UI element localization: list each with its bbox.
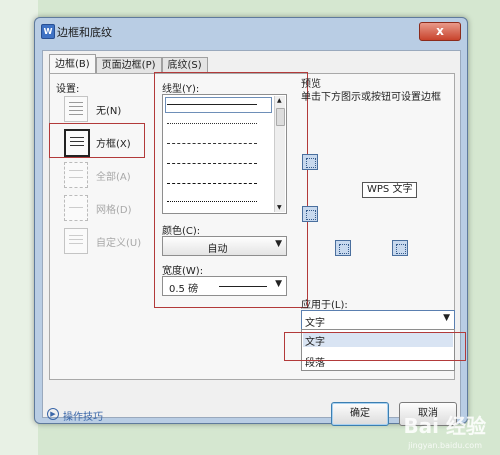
grid-border-icon bbox=[64, 195, 88, 221]
right-border-button[interactable] bbox=[392, 240, 408, 256]
color-value: 自动 bbox=[207, 244, 228, 255]
width-select[interactable]: 0.5 磅 ▼ bbox=[162, 276, 287, 296]
line-style-label: 线型(Y): bbox=[162, 84, 200, 95]
highlight-box-setting bbox=[49, 123, 145, 158]
chevron-down-icon: ▼ bbox=[275, 239, 282, 249]
play-circle-icon: ▶ bbox=[47, 408, 59, 420]
tab-bar: 边框(B) 页面边框(P) 底纹(S) bbox=[49, 54, 208, 74]
left-border-button[interactable] bbox=[335, 240, 351, 256]
line-dash-dot[interactable] bbox=[167, 201, 257, 202]
apply-to-select[interactable]: 文字 ▼ bbox=[301, 310, 455, 330]
line-dashed-short[interactable] bbox=[167, 143, 257, 144]
top-border-button[interactable] bbox=[302, 154, 318, 170]
title-bar: W 边框和底纹 x bbox=[35, 18, 467, 44]
apply-to-value: 文字 bbox=[305, 318, 325, 329]
scroll-up-icon[interactable]: ▲ bbox=[277, 97, 282, 104]
width-line-sample bbox=[219, 286, 267, 287]
line-dashed[interactable] bbox=[167, 163, 257, 164]
setting-all-label: 全部(A) bbox=[96, 172, 131, 183]
dialog-body: 边框(B) 页面边框(P) 底纹(S) 设置: 无(N) 方框(X) 全部(A)… bbox=[42, 50, 466, 426]
preview-sample[interactable]: WPS 文字 bbox=[362, 182, 418, 198]
line-dotted[interactable] bbox=[167, 123, 257, 124]
preview-hint: 单击下方图示或按钮可设置边框 bbox=[301, 92, 441, 103]
line-solid[interactable] bbox=[167, 104, 257, 105]
line-style-selected bbox=[165, 97, 272, 113]
close-icon: x bbox=[436, 24, 444, 38]
width-label: 宽度(W): bbox=[162, 266, 204, 277]
tab-borders[interactable]: 边框(B) bbox=[49, 54, 96, 74]
tips-link[interactable]: ▶ 操作技巧 bbox=[47, 408, 103, 423]
setting-none-label: 无(N) bbox=[96, 106, 122, 117]
bottom-border-button[interactable] bbox=[302, 206, 318, 222]
baidu-watermark-url: jingyan.baidu.com bbox=[408, 441, 482, 450]
line-dash-long[interactable] bbox=[167, 183, 257, 184]
chevron-down-icon: ▼ bbox=[275, 279, 282, 289]
scroll-down-icon[interactable]: ▼ bbox=[277, 204, 282, 211]
highlight-apply-option bbox=[284, 332, 466, 361]
width-value: 0.5 磅 bbox=[169, 284, 199, 295]
color-select[interactable]: 自动 ▼ bbox=[162, 236, 287, 256]
setting-grid-label: 网格(D) bbox=[96, 205, 132, 216]
setting-custom[interactable]: 自定义(U) bbox=[64, 228, 154, 256]
wps-app-icon: W bbox=[41, 24, 55, 39]
borders-panel: 设置: 无(N) 方框(X) 全部(A) 网格(D) 自定义(U) 线型(Y):… bbox=[49, 72, 466, 380]
line-style-scrollbar[interactable]: ▲ ▼ bbox=[274, 96, 285, 212]
ok-button[interactable]: 确定 bbox=[331, 402, 389, 426]
borders-shading-dialog: W 边框和底纹 x 边框(B) 页面边框(P) 底纹(S) 设置: 无(N) 方… bbox=[34, 17, 468, 426]
color-label: 颜色(C): bbox=[162, 226, 201, 237]
dialog-title: 边框和底纹 bbox=[57, 26, 112, 39]
setting-none[interactable]: 无(N) bbox=[64, 96, 154, 124]
settings-label: 设置: bbox=[56, 84, 80, 95]
baidu-watermark: Bai 经验 bbox=[403, 414, 486, 438]
setting-all[interactable]: 全部(A) bbox=[64, 162, 154, 190]
line-style-list[interactable]: ▲ ▼ bbox=[162, 94, 287, 214]
setting-custom-label: 自定义(U) bbox=[96, 238, 142, 249]
custom-border-icon bbox=[64, 228, 88, 254]
setting-grid[interactable]: 网格(D) bbox=[64, 195, 154, 223]
chevron-down-icon: ▼ bbox=[443, 313, 450, 323]
all-borders-icon bbox=[64, 162, 88, 188]
scroll-thumb[interactable] bbox=[276, 108, 285, 126]
tab-page-border[interactable]: 页面边框(P) bbox=[95, 57, 162, 74]
tips-label: 操作技巧 bbox=[63, 412, 103, 423]
no-border-icon bbox=[64, 96, 88, 122]
close-button[interactable]: x bbox=[419, 22, 461, 41]
apply-to-label: 应用于(L): bbox=[301, 300, 348, 311]
background-stripe bbox=[0, 0, 38, 455]
